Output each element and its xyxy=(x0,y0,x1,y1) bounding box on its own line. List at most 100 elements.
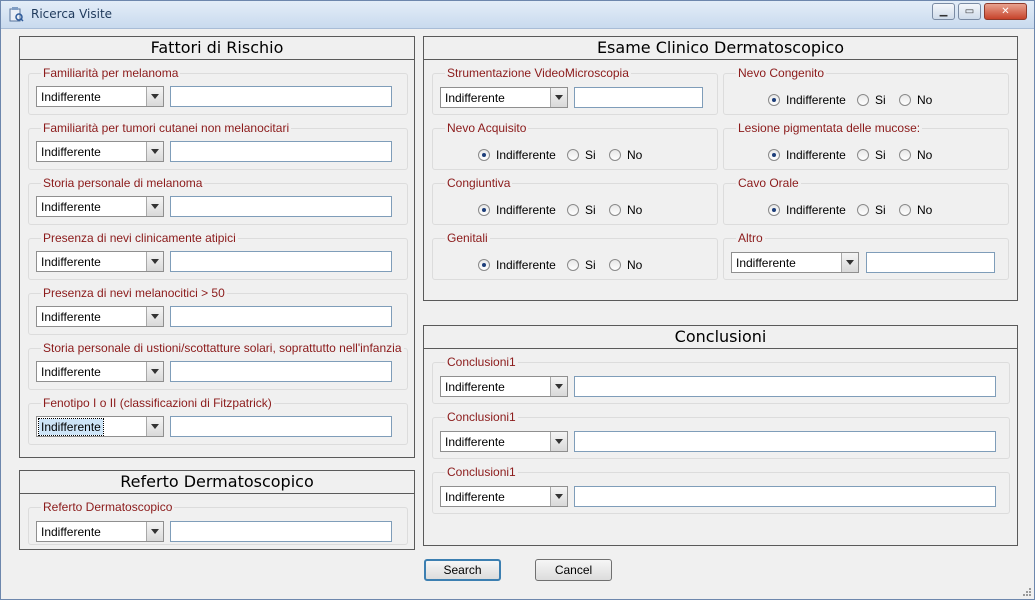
ricerca-visite-window: Ricerca Visite ▁ ▭ ✕ Fattori di Rischio … xyxy=(0,0,1035,600)
close-button[interactable]: ✕ xyxy=(984,3,1027,20)
fattori-group-familiarita-melanoma: Familiarità per melanoma Indifferente xyxy=(28,66,408,115)
conclusioni-3-text[interactable] xyxy=(574,486,996,507)
maximize-icon: ▭ xyxy=(964,6,975,17)
fattori-group-familiarita-tumori: Familiarità per tumori cutanei non melan… xyxy=(28,121,408,170)
conclusioni-group-2: Conclusioni1 Indifferente xyxy=(432,410,1010,459)
nevi-atipici-text[interactable] xyxy=(170,251,392,272)
dropdown-arrow-icon[interactable] xyxy=(841,253,858,272)
nevi-melanocitici-text[interactable] xyxy=(170,306,392,327)
referto-group: Referto Dermatoscopico Indifferente xyxy=(28,500,408,545)
lesione-pigmentata-group: Lesione pigmentata delle mucose: Indiffe… xyxy=(723,121,1009,170)
familiarita-melanoma-combo[interactable]: Indifferente xyxy=(36,86,164,107)
altro-combo[interactable]: Indifferente xyxy=(731,252,859,273)
group-label: Lesione pigmentata delle mucose: xyxy=(736,121,923,135)
fenotipo-combo[interactable]: Indifferente xyxy=(36,416,164,437)
dropdown-arrow-icon[interactable] xyxy=(146,522,163,541)
fenotipo-text[interactable] xyxy=(170,416,392,437)
group-label: Conclusioni1 xyxy=(445,465,518,479)
dropdown-arrow-icon[interactable] xyxy=(550,432,567,451)
combo-value: Indifferente xyxy=(41,255,101,269)
dropdown-arrow-icon[interactable] xyxy=(146,417,163,436)
fattori-di-rischio-title: Fattori di Rischio xyxy=(20,37,414,60)
strumentazione-text[interactable] xyxy=(574,87,703,108)
ustioni-combo[interactable]: Indifferente xyxy=(36,361,164,382)
ustioni-text[interactable] xyxy=(170,361,392,382)
familiarita-tumori-combo[interactable]: Indifferente xyxy=(36,141,164,162)
nevo-congenito-group: Nevo Congenito Indifferente Si No xyxy=(723,66,1009,115)
dropdown-arrow-icon[interactable] xyxy=(146,252,163,271)
minimize-button[interactable]: ▁ xyxy=(932,3,955,20)
maximize-button[interactable]: ▭ xyxy=(958,3,981,20)
combo-value: Indifferente xyxy=(41,525,101,539)
resize-grip-icon[interactable] xyxy=(1021,586,1031,596)
conclusioni-group-1: Conclusioni1 Indifferente xyxy=(432,355,1010,404)
group-label: Storia personale di melanoma xyxy=(41,176,205,190)
combo-value: Indifferente xyxy=(41,90,101,104)
dropdown-arrow-icon[interactable] xyxy=(146,197,163,216)
strumentazione-group: Strumentazione VideoMicroscopia Indiffer… xyxy=(432,66,718,115)
dropdown-arrow-icon[interactable] xyxy=(146,142,163,161)
combo-value: Indifferente xyxy=(38,418,104,436)
group-label: Nevo Acquisito xyxy=(445,121,529,135)
group-label: Nevo Congenito xyxy=(736,66,827,80)
strumentazione-combo[interactable]: Indifferente xyxy=(440,87,568,108)
group-label: Genitali xyxy=(445,231,490,245)
group-label: Conclusioni1 xyxy=(445,355,518,369)
combo-value: Indifferente xyxy=(445,435,505,449)
group-label: Familiarità per tumori cutanei non melan… xyxy=(41,121,292,135)
combo-value: Indifferente xyxy=(41,310,101,324)
dropdown-arrow-icon[interactable] xyxy=(146,362,163,381)
cavo-orale-group: Cavo Orale Indifferente Si No xyxy=(723,176,1009,225)
storia-melanoma-text[interactable] xyxy=(170,196,392,217)
dropdown-arrow-icon[interactable] xyxy=(146,307,163,326)
group-label: Presenza di nevi melanocitici > 50 xyxy=(41,286,227,300)
fattori-group-nevi-melanocitici: Presenza di nevi melanocitici > 50 Indif… xyxy=(28,286,408,335)
window-title: Ricerca Visite xyxy=(31,7,113,21)
familiarita-melanoma-text[interactable] xyxy=(170,86,392,107)
genitali-group: Genitali Indifferente Si No xyxy=(432,231,718,280)
combo-value: Indifferente xyxy=(41,365,101,379)
conclusioni-2-text[interactable] xyxy=(574,431,996,452)
nevi-atipici-combo[interactable]: Indifferente xyxy=(36,251,164,272)
combo-value: Indifferente xyxy=(41,145,101,159)
conclusioni-2-combo[interactable]: Indifferente xyxy=(440,431,568,452)
app-icon xyxy=(9,7,24,22)
dropdown-arrow-icon[interactable] xyxy=(550,377,567,396)
storia-melanoma-combo[interactable]: Indifferente xyxy=(36,196,164,217)
group-label: Conclusioni1 xyxy=(445,410,518,424)
combo-value: Indifferente xyxy=(445,91,505,105)
group-label: Congiuntiva xyxy=(445,176,513,190)
dropdown-arrow-icon[interactable] xyxy=(550,487,567,506)
group-label: Presenza di nevi clinicamente atipici xyxy=(41,231,238,245)
search-button[interactable]: Search xyxy=(424,559,501,581)
close-icon: ✕ xyxy=(1001,6,1010,17)
group-label: Altro xyxy=(736,231,765,245)
dropdown-arrow-icon[interactable] xyxy=(550,88,567,107)
dropdown-arrow-icon[interactable] xyxy=(146,87,163,106)
referto-text[interactable] xyxy=(170,521,392,542)
altro-text[interactable] xyxy=(866,252,995,273)
familiarita-tumori-text[interactable] xyxy=(170,141,392,162)
conclusioni-panel: Conclusioni Conclusioni1 Indifferente Co… xyxy=(423,325,1018,546)
combo-value: Indifferente xyxy=(41,200,101,214)
esame-clinico-title: Esame Clinico Dermatoscopico xyxy=(424,37,1017,60)
nevo-acquisito-group: Nevo Acquisito Indifferente Si No xyxy=(432,121,718,170)
fattori-group-fenotipo: Fenotipo I o II (classificazioni di Fitz… xyxy=(28,396,408,445)
fattori-group-storia-melanoma: Storia personale di melanoma Indifferent… xyxy=(28,176,408,225)
cancel-button[interactable]: Cancel xyxy=(535,559,612,581)
conclusioni-1-text[interactable] xyxy=(574,376,996,397)
group-label: Strumentazione VideoMicroscopia xyxy=(445,66,631,80)
group-label: Cavo Orale xyxy=(736,176,801,190)
group-label: Familiarità per melanoma xyxy=(41,66,181,80)
referto-combo[interactable]: Indifferente xyxy=(36,521,164,542)
altro-group: Altro Indifferente xyxy=(723,231,1009,280)
conclusioni-3-combo[interactable]: Indifferente xyxy=(440,486,568,507)
combo-value: Indifferente xyxy=(445,490,505,504)
conclusioni-group-3: Conclusioni1 Indifferente xyxy=(432,465,1010,514)
title-bar[interactable]: Ricerca Visite ▁ ▭ ✕ xyxy=(1,1,1034,29)
referto-dermatoscopico-panel: Referto Dermatoscopico Referto Dermatosc… xyxy=(19,470,415,550)
combo-value: Indifferente xyxy=(445,380,505,394)
conclusioni-1-combo[interactable]: Indifferente xyxy=(440,376,568,397)
group-label: Storia personale di ustioni/scottatture … xyxy=(41,341,404,355)
nevi-melanocitici-combo[interactable]: Indifferente xyxy=(36,306,164,327)
